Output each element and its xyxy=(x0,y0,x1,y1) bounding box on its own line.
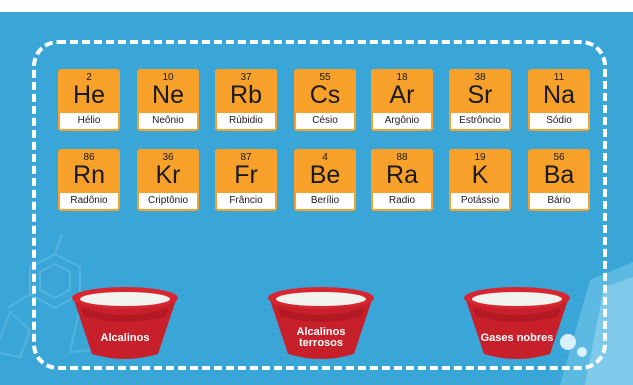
element-card-rn[interactable]: 86 Rn Radônio xyxy=(58,149,120,211)
element-name: Radônio xyxy=(60,193,118,209)
element-symbol: Rb xyxy=(230,81,262,109)
element-symbol: Ra xyxy=(386,161,418,189)
element-card-cs[interactable]: 55 Cs Césio xyxy=(294,69,356,131)
element-name: Frâncio xyxy=(217,193,275,209)
element-name: Sódio xyxy=(530,113,588,129)
element-symbol: Rn xyxy=(73,161,105,189)
bowl-label: Alcalinos xyxy=(100,331,150,344)
element-card-fr[interactable]: 87 Fr Frâncio xyxy=(215,149,277,211)
element-name: Rúbidio xyxy=(217,113,275,129)
element-card-ra[interactable]: 88 Ra Radio xyxy=(371,149,433,211)
element-symbol: Kr xyxy=(155,161,181,189)
element-card-ba[interactable]: 56 Ba Bário xyxy=(528,149,590,211)
element-card-kr[interactable]: 36 Kr Criptônio xyxy=(137,149,199,211)
element-symbol: Ne xyxy=(152,81,184,109)
element-symbol: Sr xyxy=(467,81,493,109)
bowl-label: Alcalinos terrosos xyxy=(296,326,346,349)
element-name: Potássio xyxy=(451,193,509,209)
element-name: Estrôncio xyxy=(451,113,509,129)
element-card-k[interactable]: 19 K Potássio xyxy=(449,149,511,211)
element-symbol: He xyxy=(73,81,105,109)
element-card-ar[interactable]: 18 Ar Argônio xyxy=(371,69,433,131)
element-card-sr[interactable]: 38 Sr Estrôncio xyxy=(449,69,511,131)
bowl-alcalinos-terrosos[interactable]: Alcalinos terrosos xyxy=(266,284,376,362)
bowl-gases-nobres[interactable]: Gases nobres xyxy=(462,284,572,362)
element-name: Bário xyxy=(530,193,588,209)
element-name: Radio xyxy=(373,193,431,209)
element-symbol: Fr xyxy=(234,161,258,189)
element-symbol: Ba xyxy=(543,161,575,189)
element-card-rb[interactable]: 37 Rb Rúbidio xyxy=(215,69,277,131)
element-symbol: Be xyxy=(309,161,341,189)
bowl-label: Gases nobres xyxy=(480,331,554,344)
element-name: Berílio xyxy=(296,193,354,209)
bowl-alcalinos[interactable]: Alcalinos xyxy=(70,284,180,362)
element-name: Hélio xyxy=(60,113,118,129)
element-symbol: Ar xyxy=(389,81,415,109)
element-name: Césio xyxy=(296,113,354,129)
element-name: Neônio xyxy=(139,113,197,129)
element-name: Criptônio xyxy=(139,193,197,209)
element-card-be[interactable]: 4 Be Berílio xyxy=(294,149,356,211)
element-symbol: Na xyxy=(543,81,575,109)
element-card-he[interactable]: 2 He Hélio xyxy=(58,69,120,131)
element-name: Argônio xyxy=(373,113,431,129)
game-board: 2 He Hélio 10 Ne Neônio 37 Rb Rúbidio 55… xyxy=(0,12,633,385)
element-card-ne[interactable]: 10 Ne Neônio xyxy=(137,69,199,131)
element-symbol: Cs xyxy=(309,81,341,109)
element-symbol: K xyxy=(471,161,489,189)
element-card-na[interactable]: 11 Na Sódio xyxy=(528,69,590,131)
